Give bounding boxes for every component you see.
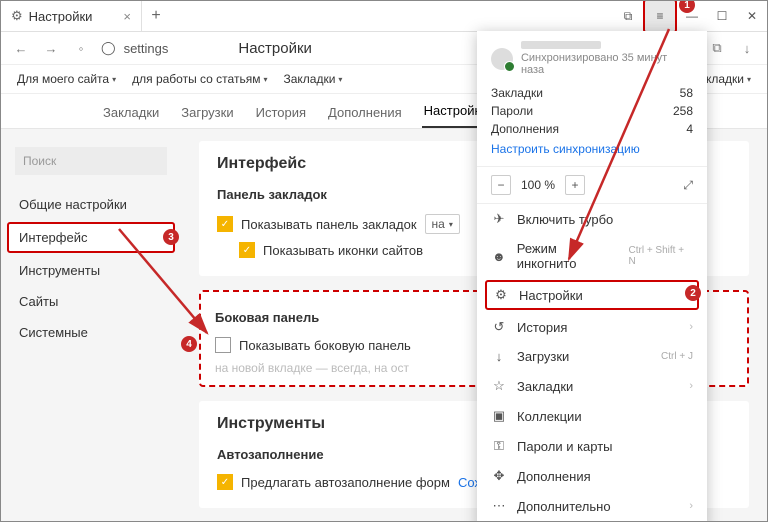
sidebar-item-sites[interactable]: Сайты	[1, 286, 181, 317]
sync-section: Синхронизировано 35 минут наза Закладки5…	[477, 41, 707, 167]
username-placeholder	[521, 41, 601, 49]
menu-bookmarks[interactable]: ☆Закладки›	[477, 371, 707, 401]
tab-bookmarks[interactable]: Закладки	[101, 105, 161, 128]
menu-downloads[interactable]: ↓ЗагрузкиCtrl + J	[477, 342, 707, 371]
close-tab-icon[interactable]: ×	[123, 9, 131, 24]
puzzle-icon: ✥	[491, 468, 507, 484]
zoom-controls: − 100 % + ⤢	[477, 167, 707, 204]
callout-badge-4: 4	[181, 336, 197, 352]
show-icons-checkbox[interactable]: ✓	[239, 242, 255, 258]
browser-tab[interactable]: ⚙ Настройки ×	[1, 1, 142, 31]
show-side-panel-label: Показывать боковую панель	[239, 338, 411, 353]
zoom-in-button[interactable]: +	[565, 175, 585, 195]
settings-sidebar: Поиск Общие настройки Интерфейс 3 Инстру…	[1, 129, 181, 522]
autofill-label: Предлагать автозаполнение форм	[241, 475, 450, 490]
gear-icon: ⚙	[11, 8, 23, 24]
main-menu: Синхронизировано 35 минут наза Закладки5…	[477, 31, 707, 522]
sync-status: Синхронизировано 35 минут наза	[521, 52, 693, 76]
menu-history[interactable]: ↺История›	[477, 312, 707, 342]
bookmark-folder[interactable]: для работы со статьям▾	[124, 72, 275, 86]
bookmark-folder[interactable]: Для моего сайта▾	[9, 72, 124, 86]
url-text: settings	[124, 41, 169, 56]
download-icon: ↓	[491, 349, 507, 364]
zoom-value: 100 %	[521, 178, 555, 192]
show-icons-label: Показывать иконки сайтов	[263, 243, 423, 258]
downloads-icon[interactable]: ↓	[737, 41, 757, 56]
show-bookmarks-label: Показывать панель закладок	[241, 217, 417, 232]
mask-icon: ☻	[491, 249, 507, 264]
sidebar-item-interface[interactable]: Интерфейс 3	[7, 222, 175, 253]
sidebar-item-system[interactable]: Системные	[1, 317, 181, 348]
avatar[interactable]	[491, 48, 513, 70]
menu-settings[interactable]: ⚙Настройки 2	[485, 280, 699, 310]
menu-incognito[interactable]: ☻Режим инкогнитоCtrl + Shift + N	[477, 234, 707, 278]
search-input[interactable]: Поиск	[15, 147, 167, 175]
clock-icon: ↺	[491, 319, 507, 335]
callout-badge-3: 3	[163, 229, 179, 245]
close-window-button[interactable]: ✕	[737, 1, 767, 31]
menu-addons[interactable]: ✥Дополнения	[477, 461, 707, 491]
show-side-panel-checkbox[interactable]	[215, 337, 231, 353]
bookmarks-mode-dropdown[interactable]: на▾	[425, 214, 460, 234]
rocket-icon: ✈	[491, 211, 507, 227]
page-title: Настройки	[238, 40, 312, 57]
dots-icon: ⋯	[491, 498, 507, 514]
tab-history[interactable]: История	[254, 105, 308, 128]
copy-icon[interactable]: ⧉	[613, 1, 643, 31]
new-tab-button[interactable]: +	[142, 7, 170, 25]
callout-badge-2: 2	[685, 285, 701, 301]
menu-turbo[interactable]: ✈Включить турбо	[477, 204, 707, 234]
titlebar: ⚙ Настройки × + ⧉ ≡ 1 — ☐ ✕	[1, 1, 767, 32]
tab-downloads[interactable]: Загрузки	[179, 105, 235, 128]
star-icon: ☆	[491, 378, 507, 394]
sidebar-item-tools[interactable]: Инструменты	[1, 255, 181, 286]
hamburger-menu-button[interactable]: ≡ 1	[643, 0, 677, 33]
tab-title: Настройки	[29, 9, 93, 24]
gear-icon: ⚙	[493, 287, 509, 303]
tab-addons[interactable]: Дополнения	[326, 105, 404, 128]
autofill-checkbox[interactable]: ✓	[217, 474, 233, 490]
show-bookmarks-checkbox[interactable]: ✓	[217, 216, 233, 232]
globe-icon: ◯	[101, 40, 116, 56]
sidebar-item-general[interactable]: Общие настройки	[1, 189, 181, 220]
key-icon: ⚿	[491, 438, 507, 454]
menu-collections[interactable]: ▣Коллекции	[477, 401, 707, 431]
back-button[interactable]: ←	[11, 41, 31, 56]
menu-more[interactable]: ⋯Дополнительно›	[477, 491, 707, 521]
bookmark-folder[interactable]: Закладки▾	[275, 72, 350, 86]
home-button[interactable]: ◦	[71, 41, 91, 56]
extensions-icon[interactable]: ⧉	[707, 40, 727, 56]
forward-button[interactable]: →	[41, 41, 61, 56]
zoom-out-button[interactable]: −	[491, 175, 511, 195]
menu-passwords[interactable]: ⚿Пароли и карты	[477, 431, 707, 461]
layers-icon: ▣	[491, 408, 507, 424]
fullscreen-icon[interactable]: ⤢	[683, 178, 693, 193]
url-field[interactable]: ◯ settings	[101, 40, 168, 56]
maximize-button[interactable]: ☐	[707, 1, 737, 31]
sync-settings-link[interactable]: Настроить синхронизацию	[491, 138, 693, 156]
